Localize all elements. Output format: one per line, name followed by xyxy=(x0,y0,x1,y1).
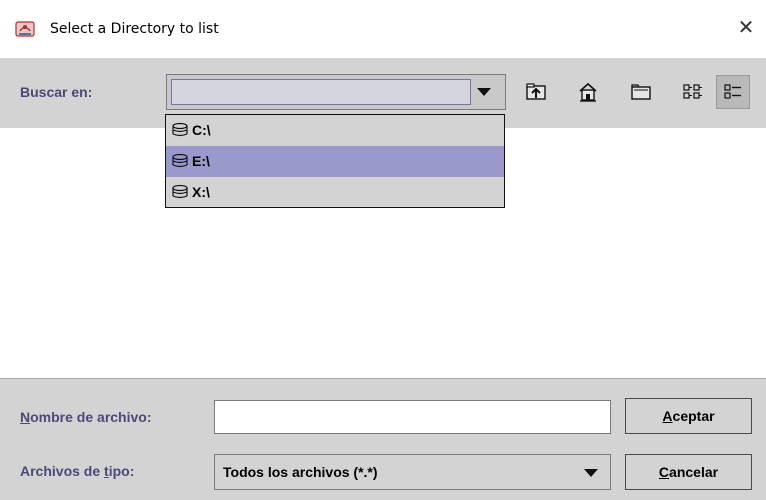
dropdown-item-label: C:\ xyxy=(192,122,211,138)
new-folder-button[interactable] xyxy=(624,75,658,109)
cancel-mnemonic: C xyxy=(658,464,670,480)
dropdown-item-c-drive[interactable]: C:\ xyxy=(166,115,504,146)
disk-icon xyxy=(172,122,188,137)
file-name-label: Nombre de archivo: xyxy=(20,409,152,425)
file-type-label-before: Archivos de xyxy=(20,463,105,479)
dropdown-item-label: X:\ xyxy=(192,184,210,200)
file-type-combo[interactable]: Todos los archivos (*.*) xyxy=(214,454,611,490)
dropdown-item-label: E:\ xyxy=(192,153,210,169)
title-bar: Select a Directory to list ✕ xyxy=(0,0,766,58)
dropdown-item-e-drive[interactable]: E:\ xyxy=(166,146,504,177)
file-type-label: Archivos de tipo: xyxy=(20,463,134,479)
disk-icon xyxy=(172,184,188,199)
cancel-label: ancelar xyxy=(669,464,719,480)
home-button[interactable] xyxy=(571,75,605,109)
file-name-input[interactable] xyxy=(214,400,611,434)
details-view-button[interactable] xyxy=(716,75,750,109)
cancel-button[interactable]: Cancelar xyxy=(625,454,752,490)
home-icon xyxy=(579,82,597,102)
look-in-label: Buscar en: xyxy=(20,84,93,100)
look-in-combo-value xyxy=(171,79,471,105)
file-name-label-text: ombre de archivo: xyxy=(30,409,152,425)
drive-dropdown-list: C:\ E:\ X:\ xyxy=(165,114,505,208)
accept-button[interactable]: Aceptar xyxy=(625,398,752,434)
list-view-icon xyxy=(683,84,702,99)
details-view-icon xyxy=(724,84,741,99)
file-type-label-after: ipo: xyxy=(108,463,135,479)
window-title: Select a Directory to list xyxy=(50,21,219,37)
list-view-button[interactable] xyxy=(676,75,710,109)
file-name-mnemonic: N xyxy=(20,409,31,425)
dropdown-item-x-drive[interactable]: X:\ xyxy=(166,177,504,208)
disk-icon xyxy=(172,153,188,168)
java-app-icon xyxy=(14,19,36,39)
file-type-value: Todos los archivos (*.*) xyxy=(223,464,378,480)
folder-up-icon xyxy=(526,83,546,100)
accept-label: ceptar xyxy=(672,408,715,424)
accept-mnemonic: A xyxy=(662,408,673,424)
chevron-down-icon[interactable] xyxy=(584,469,598,477)
close-icon[interactable]: ✕ xyxy=(734,15,758,41)
up-one-level-button[interactable] xyxy=(519,75,553,109)
look-in-combo[interactable] xyxy=(166,74,506,110)
chevron-down-icon[interactable] xyxy=(477,88,491,96)
new-folder-icon xyxy=(631,84,651,100)
